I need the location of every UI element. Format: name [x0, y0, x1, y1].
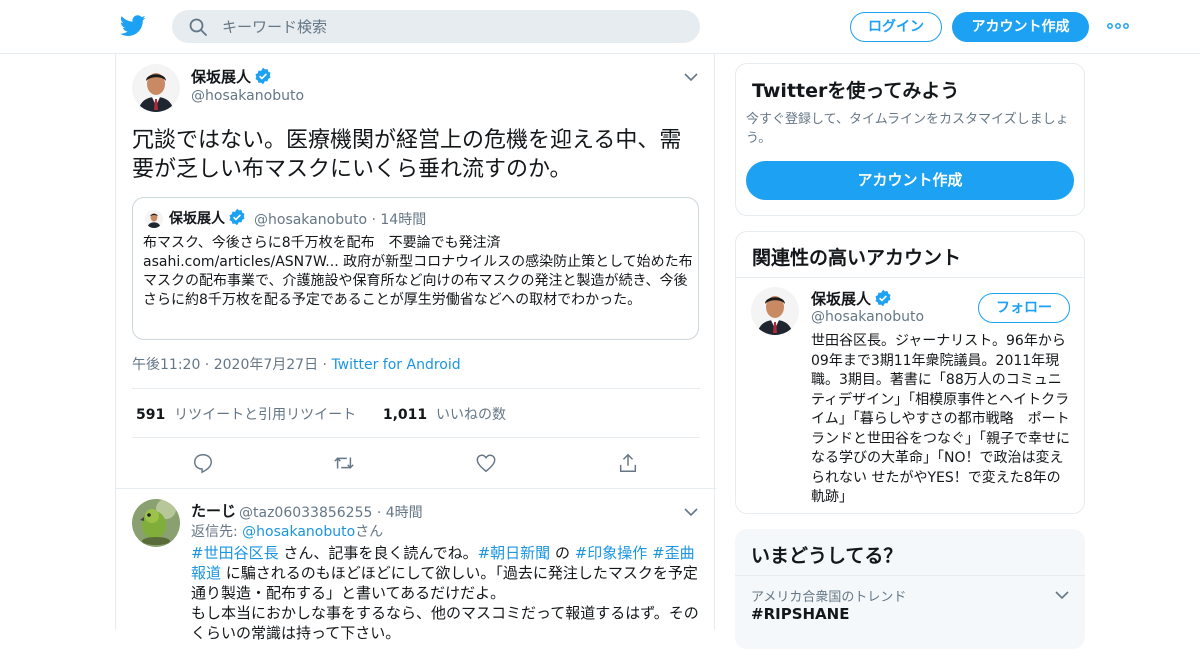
retweet-stat[interactable]: 591 リツイートと引用リツイート	[136, 407, 356, 423]
chevron-down-icon[interactable]	[1055, 590, 1069, 600]
quote-avatar	[145, 210, 163, 228]
quoted-tweet[interactable]: 保坂展人 @hosakanobuto · 14時間 布マスク、今後さらに8千万枚…	[132, 197, 699, 340]
divider	[132, 388, 700, 389]
share-icon[interactable]	[617, 452, 639, 474]
related-accounts-title: 関連性の高いアカウント	[752, 247, 962, 269]
retweet-count: 591	[136, 407, 166, 423]
quote-text: 布マスク、今後さらに8千万枚を配布 不要論でも発注済asahi.com/arti…	[143, 235, 693, 308]
follow-button[interactable]: フォロー	[978, 293, 1070, 323]
like-label: いいねの数	[436, 407, 507, 423]
quote-author-name-text: 保坂展人	[169, 211, 225, 227]
signup-card-title: Twitterを使ってみよう	[752, 80, 960, 102]
trends-card: いまどうしてる？ アメリカ合衆国のトレンド #RIPSHANE	[735, 529, 1085, 649]
verified-icon	[255, 67, 271, 85]
search-box[interactable]	[172, 10, 700, 43]
divider	[735, 575, 1085, 576]
related-account-bio: 世田谷区長。ジャーナリスト。96年から09年まで3期11年衆院議員。2011年現…	[811, 333, 1070, 505]
tweet-time[interactable]: 午後11:20	[132, 357, 200, 373]
verified-icon	[229, 208, 245, 226]
retweet-label: リツイートと引用リツイート	[174, 407, 357, 423]
login-button[interactable]: ログイン	[850, 12, 942, 42]
reply-to: 返信先: @hosakanobutoさん	[191, 521, 383, 541]
reply-text: #世田谷区長 さん、記事を良く読んでね。#朝日新聞 の #印象操作 #歪曲報道 …	[191, 543, 701, 643]
author-handle[interactable]: @hosakanobuto	[191, 88, 304, 104]
chevron-down-icon[interactable]	[684, 72, 698, 82]
signup-card: Twitterを使ってみよう 今すぐ登録して、タイムラインをカスタマイズしましょ…	[735, 63, 1085, 216]
related-account-name-text[interactable]: 保坂展人	[811, 290, 871, 308]
verified-icon	[875, 289, 891, 307]
tweet-date[interactable]: 2020年7月27日	[214, 357, 318, 373]
signup-card-button[interactable]: アカウント作成	[746, 161, 1074, 200]
signup-card-subtitle: 今すぐ登録して、タイムラインをカスタマイズしましょう。	[746, 112, 1069, 146]
reply-tweet[interactable]: たーじ @taz06033856255 · 4時間 返信先: @hosakano…	[116, 488, 716, 642]
hashtag-link[interactable]: #朝日新聞	[478, 544, 551, 562]
retweet-icon[interactable]	[333, 452, 355, 474]
reply-time[interactable]: 4時間	[386, 505, 423, 521]
avatar[interactable]	[132, 64, 180, 112]
tweet-stats: 591 リツイートと引用リツイート 1,011 いいねの数	[136, 404, 506, 424]
reply-text-segment: に騙されるのもほどほどにして欲しい。「過去に発注したマスクを予定通り製造・配布す…	[191, 564, 698, 602]
quote-time: 14時間	[380, 212, 427, 228]
reply-author-handle: @taz06033856255 · 4時間	[239, 505, 423, 521]
divider	[132, 437, 700, 438]
tweet-text: 冗談ではない。医療機関が経営上の危機を迎える中、需要が乏しい布マスクにいくら垂れ…	[132, 128, 682, 182]
search-input[interactable]	[222, 10, 682, 43]
like-count: 1,011	[382, 407, 428, 423]
quote-author-name: 保坂展人	[169, 208, 246, 228]
like-icon[interactable]	[475, 452, 497, 474]
trend-item[interactable]: #RIPSHANE	[751, 605, 849, 623]
quote-author-handle: @hosakanobuto · 14時間	[254, 212, 427, 228]
tweet-source-link[interactable]: Twitter for Android	[331, 357, 460, 373]
reply-text-segment: さん、記事を良く読んでね。	[278, 544, 478, 562]
more-icon[interactable]	[1106, 18, 1130, 34]
trend-location: アメリカ合衆国のトレンド	[751, 590, 907, 605]
quote-handle-text: @hosakanobuto	[254, 212, 368, 228]
reply-icon[interactable]	[192, 452, 214, 474]
tweet-actions	[116, 452, 716, 476]
reply-text-segment: もし本当におかしな事をするなら、他のマスコミだって報道するはず。そのくらいの常識…	[191, 604, 699, 642]
author-name-text[interactable]: 保坂展人	[191, 68, 251, 86]
reply-handle-text[interactable]: @taz06033856255	[239, 505, 372, 521]
reply-text-segment: の	[550, 544, 575, 562]
chevron-down-icon[interactable]	[684, 507, 698, 517]
reply-to-suffix: さん	[355, 524, 384, 540]
reply-to-handle-link[interactable]: @hosakanobuto	[242, 524, 355, 540]
twitter-logo-icon[interactable]	[120, 14, 146, 38]
signup-button[interactable]: アカウント作成	[952, 12, 1089, 42]
reply-to-prefix: 返信先:	[191, 524, 243, 540]
tweet-metadata: 午後11:20 · 2020年7月27日 · Twitter for Andro…	[132, 357, 461, 373]
related-account-name[interactable]: 保坂展人	[811, 288, 892, 309]
related-accounts-card: 関連性の高いアカウント 保坂展人 @hosakanobuto フォロー 世田谷区…	[735, 231, 1085, 514]
tweet-column: 保坂展人 @hosakanobuto 冗談ではない。医療機関が経営上の危機を迎え…	[115, 54, 716, 642]
divider	[736, 277, 1084, 278]
reply-avatar[interactable]	[132, 499, 180, 547]
top-bar: ログイン アカウント作成	[0, 0, 1200, 54]
related-account-handle[interactable]: @hosakanobuto	[811, 309, 924, 325]
author-name[interactable]: 保坂展人	[191, 66, 272, 87]
hashtag-link[interactable]: #印象操作	[575, 544, 648, 562]
trends-title: いまどうしてる？	[751, 545, 903, 567]
related-account-avatar[interactable]	[751, 287, 799, 335]
search-icon	[189, 18, 207, 36]
like-stat[interactable]: 1,011 いいねの数	[383, 407, 506, 423]
hashtag-link[interactable]: #世田谷区長	[191, 544, 279, 562]
reply-author-name[interactable]: たーじ	[191, 500, 236, 521]
